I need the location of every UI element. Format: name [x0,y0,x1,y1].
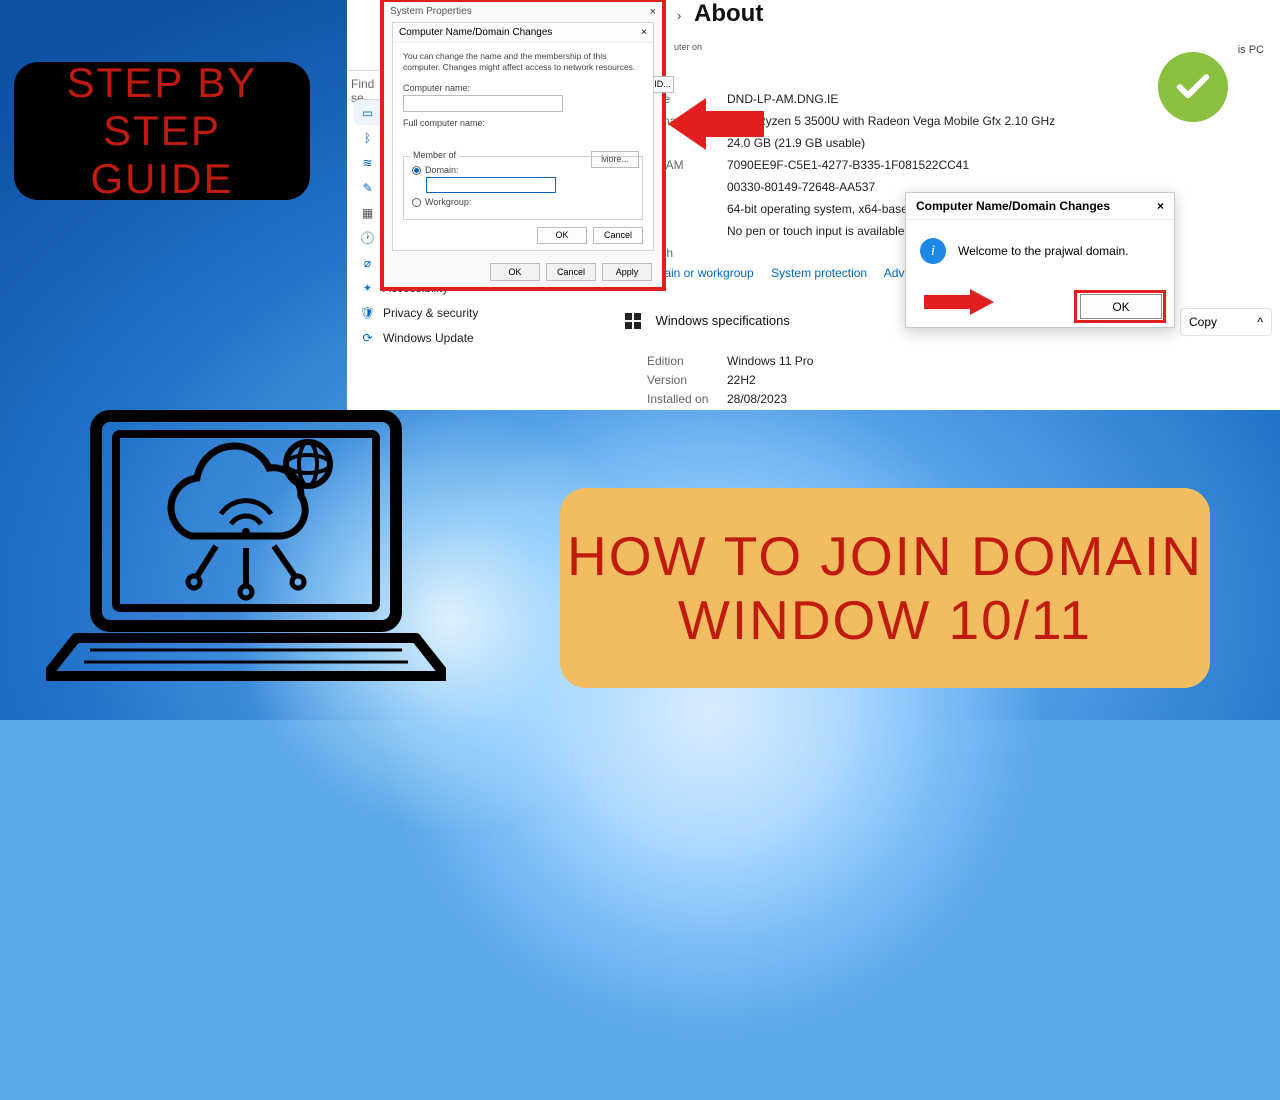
outer-cancel-button[interactable]: Cancel [546,263,596,281]
close-icon[interactable]: × [650,6,656,18]
windows-spec-labels: EditionVersionInstalled on [647,352,708,409]
windows-spec-header: Windows specifications [625,312,790,330]
step-by-step-badge: STEP BY STEP GUIDE [14,62,310,200]
red-arrow-left-icon [668,98,764,150]
member-of-legend: Member of [410,150,459,160]
workgroup-radio[interactable]: Workgroup: [412,197,634,207]
chevron-up-icon: ^ [1257,315,1263,329]
game-icon: ⌀ [360,255,375,270]
sidebar-item-privacy[interactable]: 🛡 Privacy & security [354,300,499,325]
dialog-description: You can change the name and the membersh… [403,51,643,73]
step-by-step-text: STEP BY STEP GUIDE [14,59,310,203]
sidebar-label: Windows Update [383,331,474,345]
full-name-label: Full computer name: [403,118,643,128]
close-icon[interactable]: × [1157,199,1164,213]
inner-ok-button[interactable]: OK [537,227,587,244]
windows-icon [625,313,641,329]
shield-icon: 🛡 [360,305,375,320]
workgroup-radio-label: Workgroup: [425,197,471,207]
bluetooth-icon: ᛒ [360,130,375,145]
update-icon: ⟳ [360,330,375,345]
ok-highlight-box [1074,290,1166,323]
red-arrow-right-icon [924,289,1002,315]
popup-title: Computer Name/Domain Changes [916,199,1110,213]
accessibility-icon: ✴ [360,280,375,295]
copy-button[interactable]: Copy ^ [1180,308,1272,336]
domain-radio-label: Domain: [425,165,459,175]
laptop-cloud-icon [46,406,446,696]
inner-cancel-button[interactable]: Cancel [593,227,643,244]
domain-radio[interactable]: Domain: [412,165,634,175]
display-icon: ▭ [360,105,375,120]
sidebar-label: Privacy & security [383,306,478,320]
outer-ok-button[interactable]: OK [490,263,540,281]
title-text: HOW TO JOIN DOMAIN WINDOW 10/11 [567,524,1203,652]
close-icon[interactable]: × [641,27,647,38]
apply-button[interactable]: Apply [602,263,652,281]
truncated-text: uter on [674,42,702,52]
domain-changes-dialog: Computer Name/Domain Changes × You can c… [392,22,654,251]
dialog-title: Computer Name/Domain Changes [399,27,552,38]
related-links: Domain or workgroup System protection Ad… [639,266,932,280]
wifi-icon: ≋ [360,155,375,170]
title-badge: HOW TO JOIN DOMAIN WINDOW 10/11 [560,488,1210,688]
info-icon: i [920,238,946,264]
link-system-protection[interactable]: System protection [771,266,867,280]
domain-input[interactable] [426,177,556,193]
page-title: About [694,0,763,28]
popup-message: Welcome to the prajwal domain. [958,244,1129,258]
sidebar-item-update[interactable]: ⟳ Windows Update [354,325,499,350]
copy-label: Copy [1189,315,1217,329]
brush-icon: ✎ [360,180,375,195]
system-properties-titlebar: System Properties × [390,6,656,18]
member-of-group: Member of Domain: Workgroup: [403,156,643,220]
computer-name-input[interactable] [403,95,563,112]
apps-icon: ▦ [360,205,375,220]
checkmark-badge-icon [1158,52,1228,122]
welcome-domain-popup: Computer Name/Domain Changes × i Welcome… [905,192,1175,328]
system-properties-title: System Properties [390,6,472,17]
computer-name-label: Computer name: [403,83,643,93]
breadcrumb-chevron-icon: › [677,8,681,23]
windows-spec-values: Windows 11 Pro22H228/08/2023 [727,352,813,409]
windows-spec-label: Windows specifications [655,313,789,328]
clock-icon: 🕐 [360,230,375,245]
this-pc-label: is PC [1238,44,1264,56]
system-properties-highlight: System Properties × uter on k ID... Comp… [380,0,666,291]
